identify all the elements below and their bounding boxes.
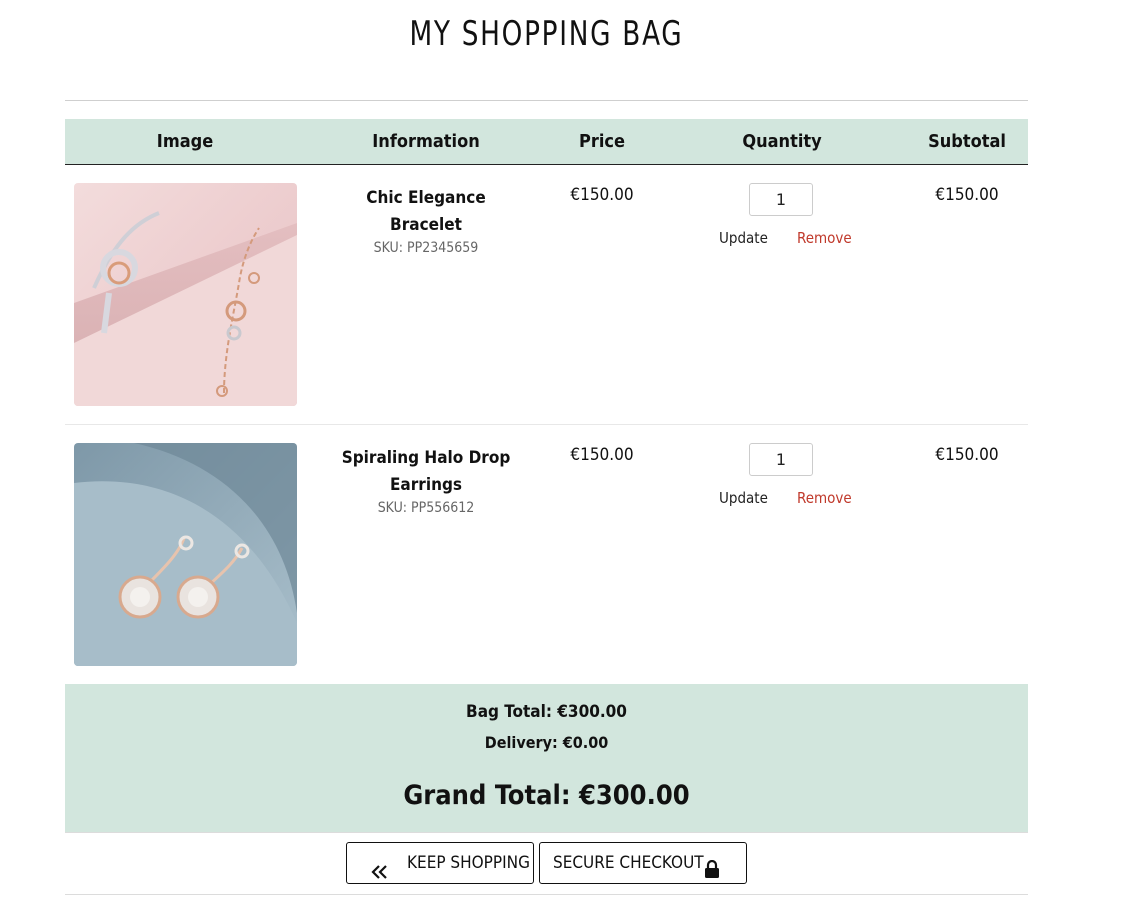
delivery-cost: Delivery: €0.00 — [484, 733, 609, 752]
secure-checkout-label: SECURE CHECKOUT — [553, 853, 704, 873]
quantity-input[interactable] — [749, 183, 813, 216]
grand-total: Grand Total: €300.00 — [403, 780, 690, 811]
product-info: Chic Elegance Bracelet SKU: PP2345659 — [331, 185, 521, 257]
header-subtotal: Subtotal — [928, 131, 1006, 152]
product-sku: SKU: PP2345659 — [331, 239, 521, 257]
remove-link[interactable]: Remove — [797, 489, 852, 507]
divider — [65, 832, 1028, 833]
update-link[interactable]: Update — [719, 489, 768, 507]
keep-shopping-label: KEEP SHOPPING — [407, 853, 530, 873]
lock-icon — [704, 854, 720, 894]
bracelet-image[interactable] — [74, 183, 297, 406]
table-row: Spiraling Halo Drop Earrings SKU: PP55661… — [65, 425, 1028, 685]
table-header: Image Information Price Quantity Subtota… — [65, 119, 1028, 165]
divider — [65, 100, 1028, 101]
divider — [65, 894, 1028, 895]
product-price: €150.00 — [570, 445, 634, 465]
product-info: Spiraling Halo Drop Earrings SKU: PP55661… — [331, 445, 521, 517]
product-sku: SKU: PP556612 — [331, 499, 521, 517]
header-information: Information — [372, 131, 480, 152]
double-chevron-left-icon — [371, 855, 389, 895]
sku-label: SKU: — [373, 240, 404, 256]
bag-total: Bag Total: €300.00 — [466, 702, 627, 722]
quantity-input[interactable] — [749, 443, 813, 476]
sku-value: PP2345659 — [407, 240, 479, 256]
secure-checkout-button[interactable]: SECURE CHECKOUT — [539, 842, 747, 884]
keep-shopping-button[interactable]: KEEP SHOPPING — [346, 842, 534, 884]
product-price: €150.00 — [570, 185, 634, 205]
product-name: Spiraling Halo Drop Earrings — [341, 448, 511, 495]
table-row: Chic Elegance Bracelet SKU: PP2345659 €15… — [65, 165, 1028, 425]
earrings-image[interactable] — [74, 443, 297, 666]
product-subtotal: €150.00 — [935, 185, 999, 205]
update-link[interactable]: Update — [719, 229, 768, 247]
order-summary: Bag Total: €300.00 Delivery: €0.00 Grand… — [65, 684, 1028, 832]
remove-link[interactable]: Remove — [797, 229, 852, 247]
product-subtotal: €150.00 — [935, 445, 999, 465]
header-price: Price — [579, 131, 625, 152]
header-quantity: Quantity — [742, 131, 822, 152]
page-title: MY SHOPPING BAG — [409, 14, 684, 54]
product-name: Chic Elegance Bracelet — [366, 188, 486, 235]
header-image: Image — [156, 131, 214, 152]
sku-label: SKU: — [377, 500, 408, 516]
sku-value: PP556612 — [411, 500, 475, 516]
